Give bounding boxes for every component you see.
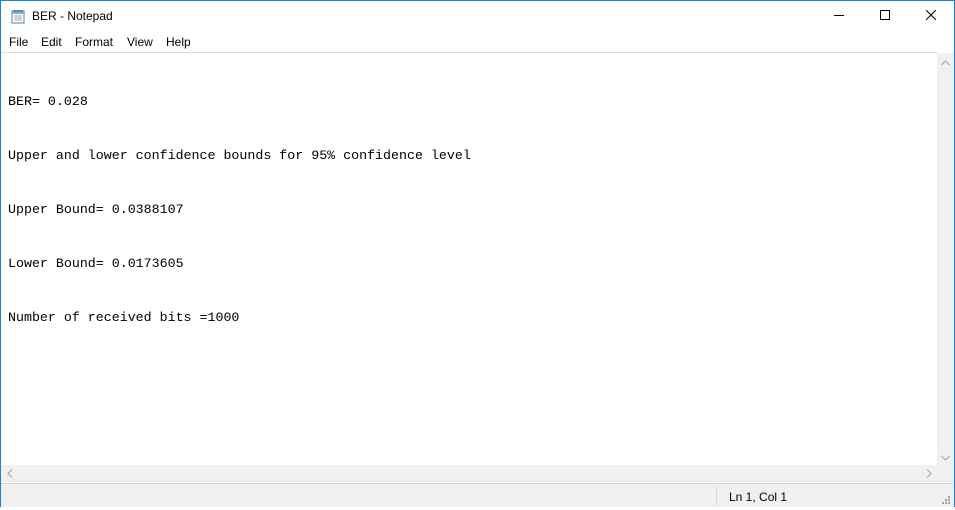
text-editor[interactable]: BER= 0.028 Upper and lower confidence bo… — [1, 52, 937, 466]
scrollbar-corner — [937, 465, 954, 482]
document-line: Number of received bits =1000 — [8, 310, 240, 325]
document-line: Lower Bound= 0.0173605 — [8, 256, 184, 271]
maximize-button[interactable] — [862, 1, 908, 31]
horizontal-scrollbar[interactable] — [1, 465, 937, 482]
menu-format[interactable]: Format — [75, 35, 113, 49]
document-text[interactable]: BER= 0.028 Upper and lower confidence bo… — [8, 57, 471, 363]
notepad-window: BER - Notepad File Edit Format View Help… — [0, 0, 955, 507]
chevron-right-icon — [926, 465, 932, 483]
window-title: BER - Notepad — [32, 9, 113, 23]
menu-edit[interactable]: Edit — [41, 35, 62, 49]
menu-bar: File Edit Format View Help — [1, 32, 954, 52]
document-line: Upper Bound= 0.0388107 — [8, 202, 184, 217]
minimize-icon — [834, 7, 844, 25]
scroll-left-button[interactable] — [1, 465, 18, 482]
title-bar[interactable]: BER - Notepad — [1, 1, 954, 31]
scroll-down-button[interactable] — [937, 448, 954, 465]
chevron-left-icon — [6, 465, 13, 483]
maximize-icon — [880, 7, 890, 25]
notepad-icon[interactable] — [11, 9, 25, 24]
status-bar: Ln 1, Col 1 — [1, 483, 954, 507]
vertical-scrollbar[interactable] — [937, 53, 954, 465]
menu-view[interactable]: View — [127, 35, 153, 49]
close-button[interactable] — [908, 1, 954, 31]
menu-file[interactable]: File — [9, 35, 28, 49]
status-divider — [716, 487, 717, 505]
menu-help[interactable]: Help — [166, 35, 191, 49]
document-line: Upper and lower confidence bounds for 95… — [8, 148, 471, 163]
scroll-up-button[interactable] — [937, 53, 954, 70]
document-line: BER= 0.028 — [8, 94, 88, 109]
resize-grip-icon[interactable] — [939, 492, 951, 504]
minimize-button[interactable] — [816, 1, 862, 31]
chevron-up-icon — [941, 53, 950, 71]
scroll-right-button[interactable] — [920, 465, 937, 482]
chevron-down-icon — [941, 448, 950, 466]
cursor-position: Ln 1, Col 1 — [729, 490, 788, 504]
close-icon — [925, 7, 937, 25]
